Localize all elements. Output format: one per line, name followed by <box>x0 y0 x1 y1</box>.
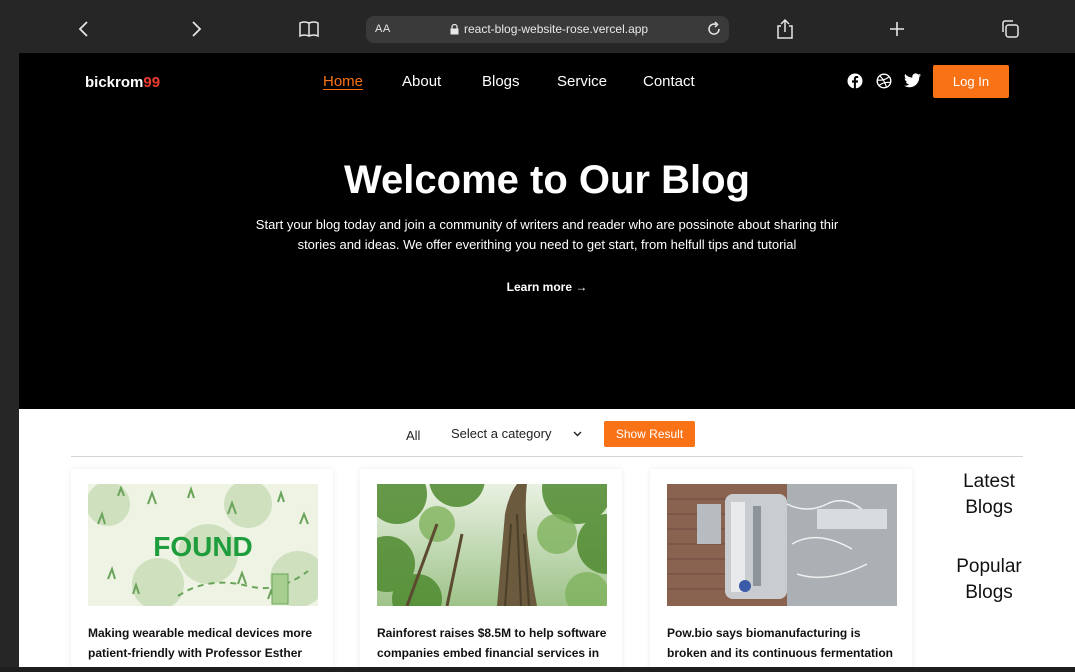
found-image-text: FOUND <box>153 531 253 562</box>
new-tab-icon[interactable] <box>882 14 912 44</box>
facebook-icon[interactable] <box>847 73 865 91</box>
address-bar[interactable]: AA react-blog-website-rose.vercel.app <box>366 16 729 43</box>
logo-main: bickrom <box>85 74 144 91</box>
latest-blogs-heading-line2: Blogs <box>965 497 1013 518</box>
category-select-label: Select a category <box>451 426 552 441</box>
filter-all-button[interactable]: All <box>406 428 420 443</box>
browser-toolbar: AA react-blog-website-rose.vercel.app <box>0 0 1075 53</box>
post-title[interactable]: Pow.bio says biomanufacturing is broken … <box>667 623 899 667</box>
category-select[interactable]: Select a category <box>451 426 582 441</box>
text-size-button[interactable]: AA <box>375 23 391 35</box>
hero-title: Welcome to Our Blog <box>344 158 750 202</box>
chevron-down-icon <box>573 431 582 436</box>
nav-link-about[interactable]: About <box>402 73 441 90</box>
forward-icon[interactable] <box>181 14 211 44</box>
login-button[interactable]: Log In <box>933 65 1009 98</box>
blog-card[interactable]: Pow.bio says biomanufacturing is broken … <box>650 469 912 667</box>
post-image-bioreactor[interactable] <box>667 484 897 606</box>
nav-link-blogs[interactable]: Blogs <box>482 73 520 90</box>
nav-link-service[interactable]: Service <box>557 73 607 90</box>
nav-link-contact[interactable]: Contact <box>643 73 695 90</box>
window-bottom-edge <box>0 667 1075 672</box>
lock-icon <box>450 23 459 34</box>
post-title[interactable]: Making wearable medical devices more pat… <box>88 623 320 667</box>
blog-card[interactable]: Rainforest raises $8.5M to help software… <box>360 469 622 667</box>
url-display: react-blog-website-rose.vercel.app <box>450 22 648 36</box>
learn-more-link[interactable]: Learn more → <box>19 280 1075 294</box>
bookmarks-icon[interactable] <box>294 14 324 44</box>
post-image-rainforest[interactable] <box>377 484 607 606</box>
dribbble-icon[interactable] <box>876 73 894 91</box>
back-icon[interactable] <box>69 14 99 44</box>
web-page: bickrom99 Home About Blogs Service Conta… <box>19 53 1075 667</box>
latest-blogs-heading-line1: Latest <box>963 471 1015 492</box>
category-filter: All Select a category Show Result <box>19 421 1075 451</box>
share-icon[interactable] <box>770 14 800 44</box>
post-image-found[interactable]: FOUND <box>88 484 318 606</box>
site-logo[interactable]: bickrom99 <box>85 74 160 91</box>
url-text: react-blog-website-rose.vercel.app <box>464 22 649 36</box>
nav-link-home[interactable]: Home <box>323 73 363 90</box>
reload-icon[interactable] <box>705 20 723 38</box>
hero-subtitle: Start your blog today and join a communi… <box>255 217 839 252</box>
logo-accent: 99 <box>143 74 161 91</box>
twitter-icon[interactable] <box>904 73 922 91</box>
popular-blogs-heading: Popular Blogs <box>939 554 1039 606</box>
popular-blogs-heading-line2: Blogs <box>965 582 1013 603</box>
latest-blogs-heading: Latest Blogs <box>939 469 1039 521</box>
tabs-overview-icon[interactable] <box>995 14 1025 44</box>
blog-card[interactable]: FOUND Making wearable medical devices mo… <box>71 469 333 667</box>
post-title[interactable]: Rainforest raises $8.5M to help software… <box>377 623 609 667</box>
popular-blogs-heading-line1: Popular <box>956 556 1022 577</box>
filter-divider <box>71 456 1023 457</box>
show-result-button[interactable]: Show Result <box>604 421 695 447</box>
hero-section: bickrom99 Home About Blogs Service Conta… <box>19 53 1075 409</box>
window-edge <box>0 53 19 672</box>
